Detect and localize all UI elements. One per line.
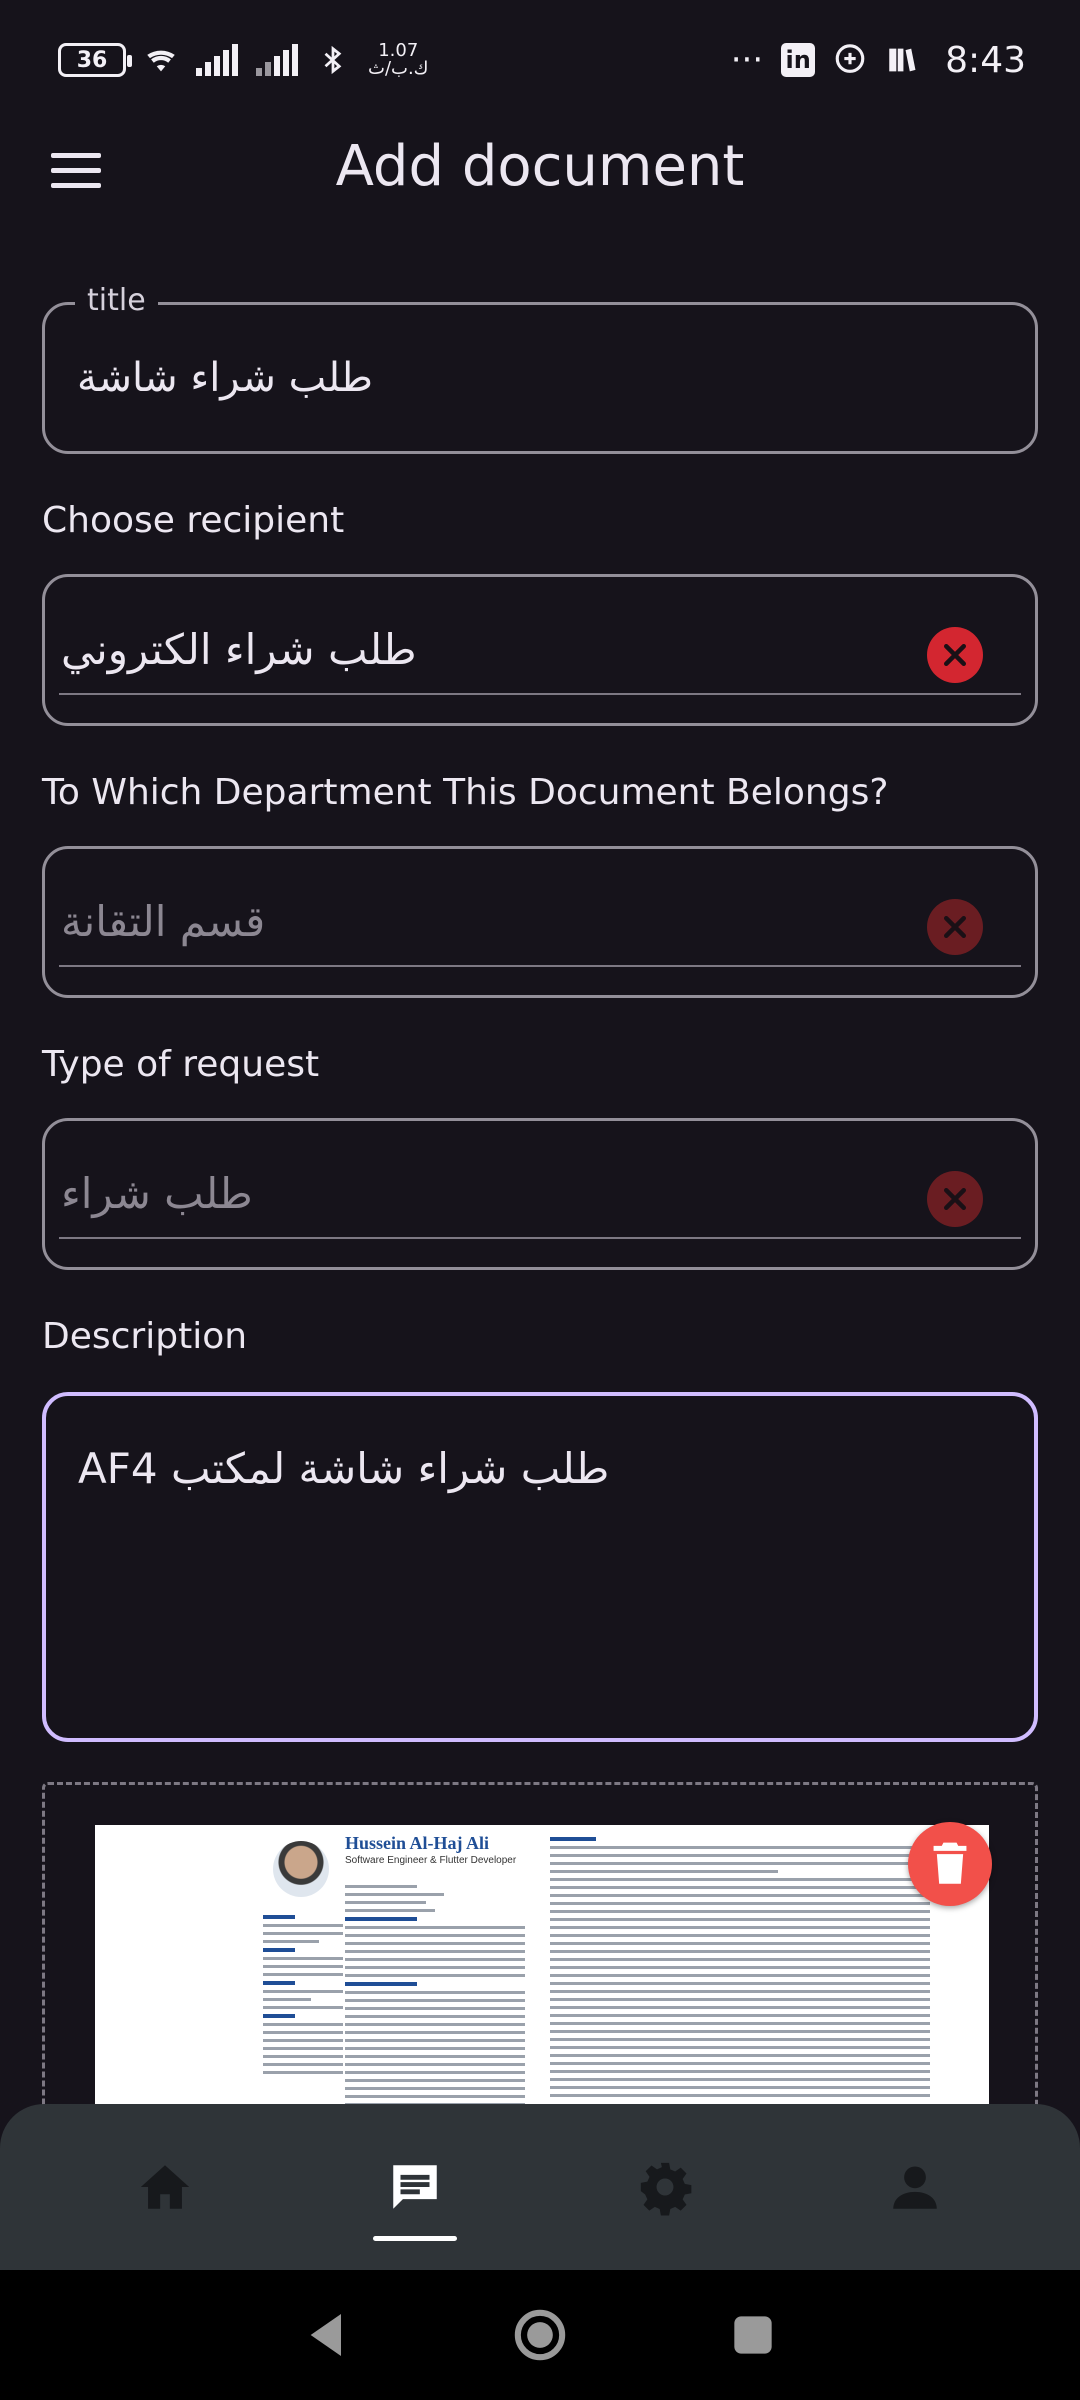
network-speed-unit: ك.ب/ث: [368, 58, 429, 79]
chat-plus-icon: [833, 43, 867, 77]
nav-settings[interactable]: [590, 2127, 740, 2247]
department-underline: [59, 965, 1021, 967]
department-dropdown[interactable]: قسم التقانة: [42, 846, 1038, 998]
nav-active-indicator: [373, 2236, 457, 2241]
department-placeholder: قسم التقانة: [61, 897, 266, 946]
status-bar-left: 36 1.07 ك.ب/ث: [58, 42, 429, 78]
description-value: طلب شراء شاشة لمكتب AF4: [78, 1444, 610, 1493]
resume-role: Software Engineer & Flutter Developer: [345, 1855, 517, 1866]
recipient-dropdown[interactable]: طلب شراء الكتروني: [42, 574, 1038, 726]
system-navigation-bar: [0, 2270, 1080, 2400]
signal-strength-icon: [196, 44, 238, 76]
recipient-clear-icon[interactable]: [927, 627, 983, 683]
network-speed: 1.07 ك.ب/ث: [368, 42, 429, 78]
clock: 8:43: [945, 39, 1026, 81]
status-bar-right: ··· in 8:43: [731, 40, 1026, 81]
resume-name: Hussein Al-Haj Ali: [345, 1833, 490, 1853]
bluetooth-icon: [316, 43, 350, 77]
resume-middle-column: [345, 1885, 525, 2111]
description-label: Description: [42, 1316, 248, 1357]
bottom-navigation: [0, 2104, 1080, 2270]
recipient-value: طلب شراء الكتروني: [61, 625, 417, 674]
more-notifications-icon: ···: [730, 40, 764, 80]
gear-icon: [640, 2162, 692, 2216]
recipient-label: Choose recipient: [42, 500, 345, 541]
battery-level: 36: [76, 47, 108, 73]
request-type-dropdown[interactable]: طلب شراء: [42, 1118, 1038, 1270]
books-icon: [885, 43, 919, 77]
description-textarea[interactable]: طلب شراء شاشة لمكتب AF4: [42, 1392, 1038, 1742]
signal-strength-2-icon: [256, 44, 298, 76]
request-type-placeholder: طلب شراء: [61, 1169, 253, 1218]
request-type-label: Type of request: [42, 1044, 320, 1085]
resume-left-column: [263, 1915, 343, 2079]
attachment-dropzone[interactable]: Hussein Al-Haj Ali Software Engineer & F…: [42, 1782, 1038, 2122]
battery-indicator: 36: [58, 43, 132, 77]
back-icon[interactable]: [299, 2307, 355, 2363]
department-clear-icon[interactable]: [927, 899, 983, 955]
recipient-underline: [59, 693, 1021, 695]
title-field[interactable]: title طلب شراء شاشة: [42, 283, 1038, 454]
nav-documents[interactable]: [340, 2127, 490, 2247]
request-type-underline: [59, 1237, 1021, 1239]
resume-photo: [273, 1841, 329, 1897]
recents-icon[interactable]: [725, 2307, 781, 2363]
department-label: To Which Department This Document Belong…: [42, 772, 889, 813]
attachment-preview-image: Hussein Al-Haj Ali Software Engineer & F…: [95, 1825, 989, 2122]
page-title: Add document: [335, 134, 745, 199]
person-icon: [893, 2166, 937, 2209]
linkedin-icon: in: [781, 43, 816, 77]
title-field-value: طلب شراء شاشة: [77, 355, 373, 401]
nav-home[interactable]: [90, 2127, 240, 2247]
home-icon: [140, 2165, 190, 2209]
home-button-icon[interactable]: [512, 2307, 568, 2363]
app-bar: Add document: [0, 120, 1080, 220]
message-icon: [393, 2165, 437, 2209]
wifi-icon: [144, 43, 178, 77]
trash-icon[interactable]: [908, 1822, 992, 1906]
title-field-label: title: [75, 283, 158, 318]
nav-profile[interactable]: [840, 2127, 990, 2247]
status-bar: 36 1.07 ك.ب/ث ··· in 8:43: [0, 0, 1080, 120]
resume-right-column: [550, 1837, 930, 2102]
request-type-clear-icon[interactable]: [927, 1171, 983, 1227]
